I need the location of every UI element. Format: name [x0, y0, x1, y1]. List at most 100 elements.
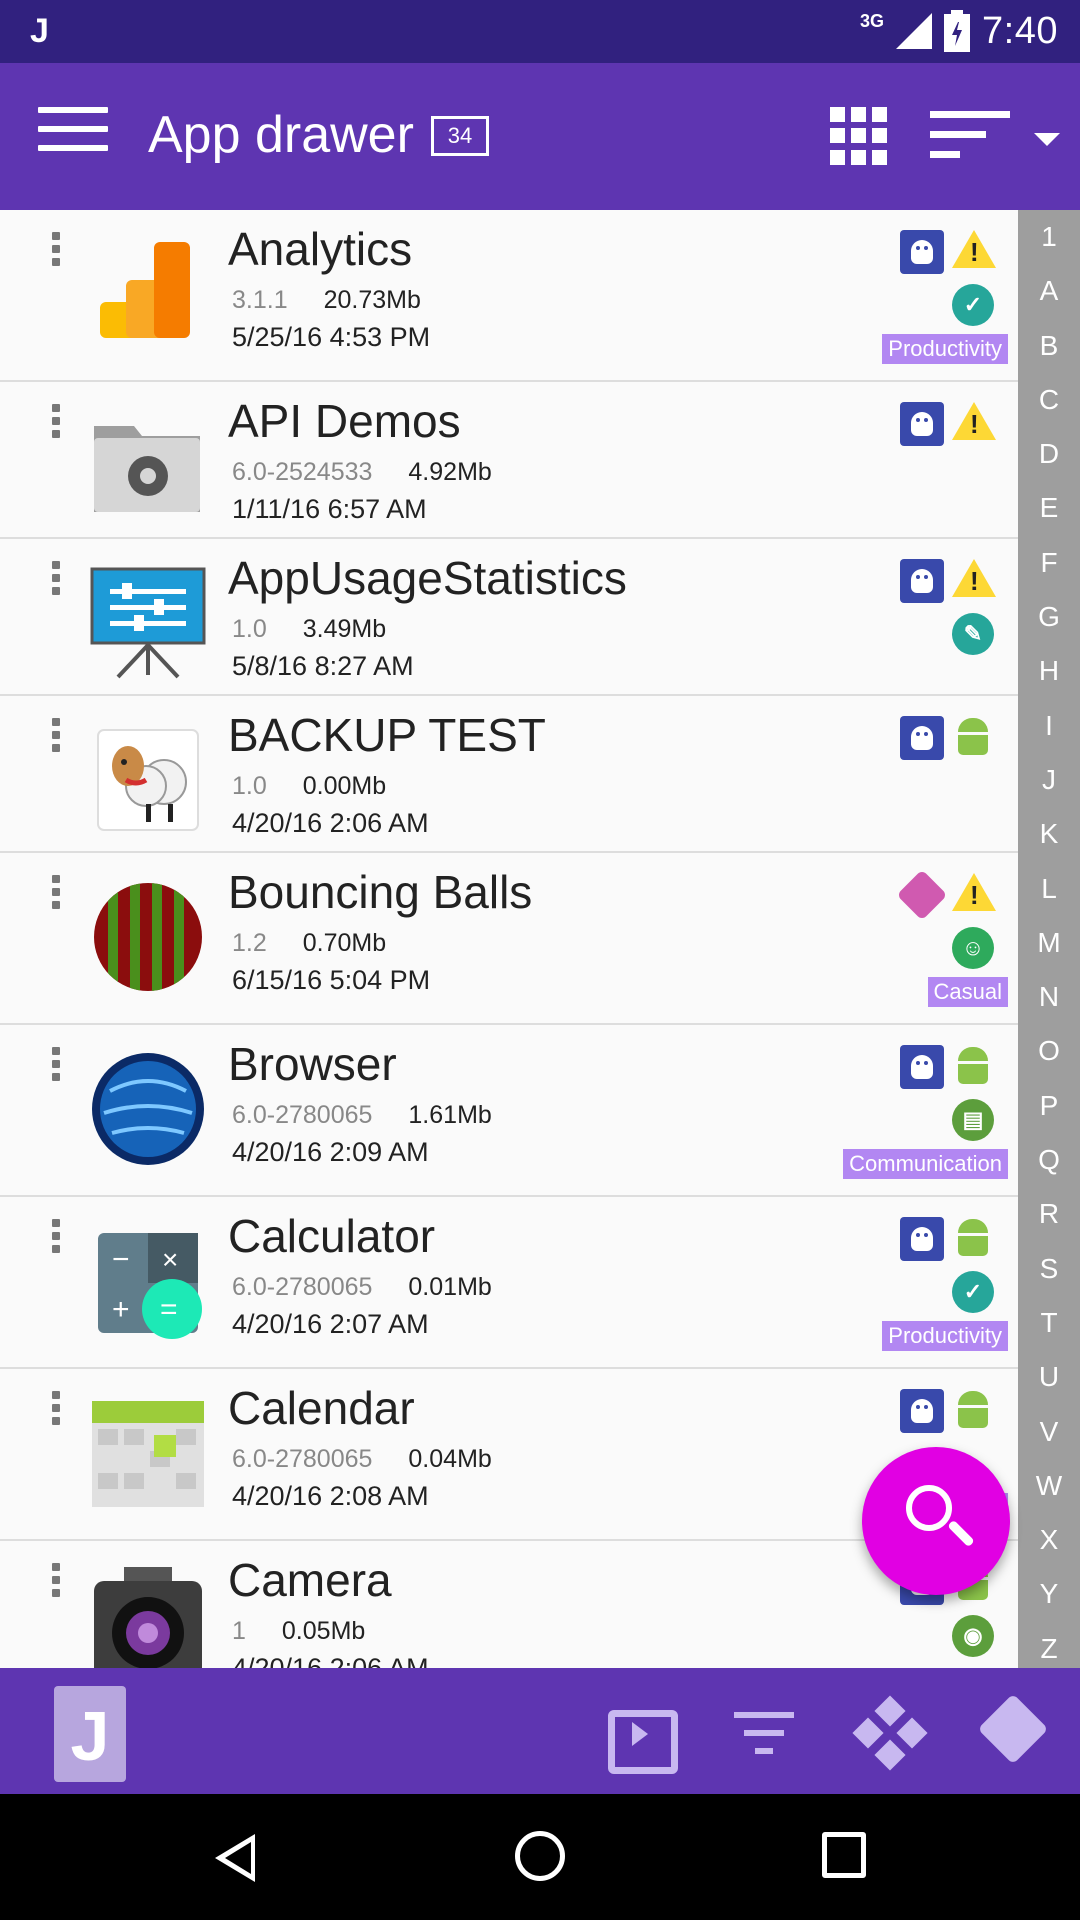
app-name: Camera	[228, 1554, 392, 1606]
sort-icon[interactable]	[930, 111, 1010, 167]
drag-handle[interactable]	[52, 1219, 60, 1253]
drag-handle[interactable]	[52, 404, 60, 438]
app-badges	[890, 716, 1000, 866]
index-letter[interactable]: S	[1018, 1242, 1080, 1296]
drag-handle[interactable]	[52, 1047, 60, 1081]
grid-view-icon[interactable]	[830, 107, 888, 165]
gamepad-icon[interactable]	[852, 1695, 928, 1771]
svg-text:×: ×	[162, 1244, 178, 1275]
app-name: Analytics	[228, 223, 413, 275]
app-version: 1.0	[232, 615, 267, 643]
index-letter[interactable]: R	[1018, 1187, 1080, 1241]
app-date: 4/20/16 2:09 AM	[232, 1137, 429, 1167]
index-letter[interactable]: V	[1018, 1405, 1080, 1459]
app-version: 6.0-2780065	[232, 1273, 373, 1301]
app-name: Bouncing Balls	[228, 866, 533, 918]
list-item[interactable]: Camera 1 0.05Mb 4/20/16 2:06 AM ◉	[0, 1541, 1018, 1668]
search-fab-button[interactable]	[862, 1447, 1010, 1595]
tag-icon[interactable]	[980, 1698, 1052, 1766]
app-size: 3.49Mb	[302, 615, 387, 643]
list-item[interactable]: Bouncing Balls 1.2 0.70Mb 6/15/16 5:04 PM ☺ C…	[0, 853, 1018, 1025]
svg-text:=: =	[160, 1293, 178, 1326]
app-logo-icon[interactable]: J	[54, 1686, 126, 1782]
chevron-down-icon[interactable]	[1034, 133, 1060, 146]
game-icon: ☺	[952, 927, 994, 969]
index-letter[interactable]: Z	[1018, 1622, 1080, 1668]
app-version: 3.1.1	[232, 286, 288, 314]
system-app-icon	[900, 1217, 944, 1261]
check-icon: ✓	[952, 1271, 994, 1313]
index-letter[interactable]: A	[1018, 264, 1080, 318]
index-letter[interactable]: F	[1018, 536, 1080, 590]
drag-handle[interactable]	[52, 1391, 60, 1425]
drag-handle[interactable]	[52, 1563, 60, 1597]
app-usage-statistics-icon	[90, 565, 206, 681]
index-letter[interactable]: E	[1018, 481, 1080, 535]
android-icon	[954, 1047, 992, 1089]
sheep-icon	[90, 722, 206, 838]
recents-icon[interactable]	[822, 1832, 866, 1878]
app-name: AppUsageStatistics	[228, 552, 627, 604]
menu-icon[interactable]	[38, 107, 108, 167]
back-icon[interactable]	[215, 1834, 255, 1882]
drag-handle[interactable]	[52, 875, 60, 909]
app-badges	[890, 402, 1000, 552]
list-item[interactable]: AppUsageStatistics 1.0 3.49Mb 5/8/16 8:27 A…	[0, 539, 1018, 696]
drag-handle[interactable]	[52, 718, 60, 752]
index-letter[interactable]: D	[1018, 427, 1080, 481]
index-letter[interactable]: O	[1018, 1024, 1080, 1078]
battery-icon	[944, 10, 971, 52]
index-letter[interactable]: X	[1018, 1513, 1080, 1567]
system-app-icon	[900, 1045, 944, 1089]
index-letter[interactable]: 1	[1018, 210, 1080, 264]
list-item[interactable]: Browser 6.0-2780065 1.61Mb 4/20/16 2:09 AM ▤…	[0, 1025, 1018, 1197]
index-letter[interactable]: U	[1018, 1350, 1080, 1404]
app-date: 1/11/16 6:57 AM	[232, 494, 427, 524]
system-app-icon	[900, 559, 944, 603]
status-icons: 3G 7:40	[860, 6, 1058, 56]
signal-icon	[896, 13, 933, 49]
index-letter[interactable]: N	[1018, 970, 1080, 1024]
app-size: 0.05Mb	[281, 1617, 366, 1645]
index-letter[interactable]: C	[1018, 373, 1080, 427]
index-letter[interactable]: I	[1018, 699, 1080, 753]
drag-handle[interactable]	[52, 232, 60, 266]
system-app-icon	[900, 402, 944, 446]
index-letter[interactable]: B	[1018, 319, 1080, 373]
app-badges: ✎	[890, 559, 1000, 709]
warning-icon	[952, 873, 996, 911]
index-letter[interactable]: P	[1018, 1079, 1080, 1133]
drag-handle[interactable]	[52, 561, 60, 595]
index-letter[interactable]: L	[1018, 862, 1080, 916]
app-notification-icon: J	[30, 12, 49, 50]
alphabet-index[interactable]: 1ABCDEFGHIJKLMNOPQRSTUVWXYZ	[1018, 210, 1080, 1668]
list-item[interactable]: BACKUP TEST 1.0 0.00Mb 4/20/16 2:06 AM	[0, 696, 1018, 853]
index-letter[interactable]: Q	[1018, 1133, 1080, 1187]
list-item[interactable]: − × + = Calculator 6.0-2780065 0.01Mb 4/20/16 2…	[0, 1197, 1018, 1369]
index-letter[interactable]: K	[1018, 807, 1080, 861]
category-tag: Productivity	[882, 334, 1008, 364]
app-name: Calculator	[228, 1210, 436, 1262]
android-icon	[954, 1219, 992, 1261]
chat-icon: ▤	[952, 1099, 994, 1141]
app-size: 1.61Mb	[408, 1101, 492, 1129]
list-item[interactable]: API Demos 6.0-2524533 4.92Mb 1/11/16 6:57 A…	[0, 382, 1018, 539]
index-letter[interactable]: H	[1018, 644, 1080, 698]
index-letter[interactable]: W	[1018, 1459, 1080, 1513]
home-icon[interactable]	[515, 1831, 565, 1881]
app-version: 6.0-2780065	[232, 1101, 373, 1129]
globe-icon	[90, 1051, 206, 1167]
index-letter[interactable]: Y	[1018, 1567, 1080, 1621]
list-item[interactable]: Analytics 3.1.1 20.73Mb 5/25/16 4:53 PM ✓ Pro…	[0, 210, 1018, 382]
app-bar: App drawer 34	[0, 63, 1080, 210]
index-letter[interactable]: G	[1018, 590, 1080, 644]
index-letter[interactable]: M	[1018, 916, 1080, 970]
network-type: 3G	[860, 10, 885, 31]
index-letter[interactable]: T	[1018, 1296, 1080, 1350]
app-version: 6.0-2780065	[232, 1445, 373, 1473]
backup-icon[interactable]	[600, 1698, 678, 1774]
app-date: 6/15/16 5:04 PM	[232, 965, 431, 995]
index-letter[interactable]: J	[1018, 753, 1080, 807]
filter-icon[interactable]	[728, 1698, 800, 1766]
system-app-icon	[900, 716, 944, 760]
